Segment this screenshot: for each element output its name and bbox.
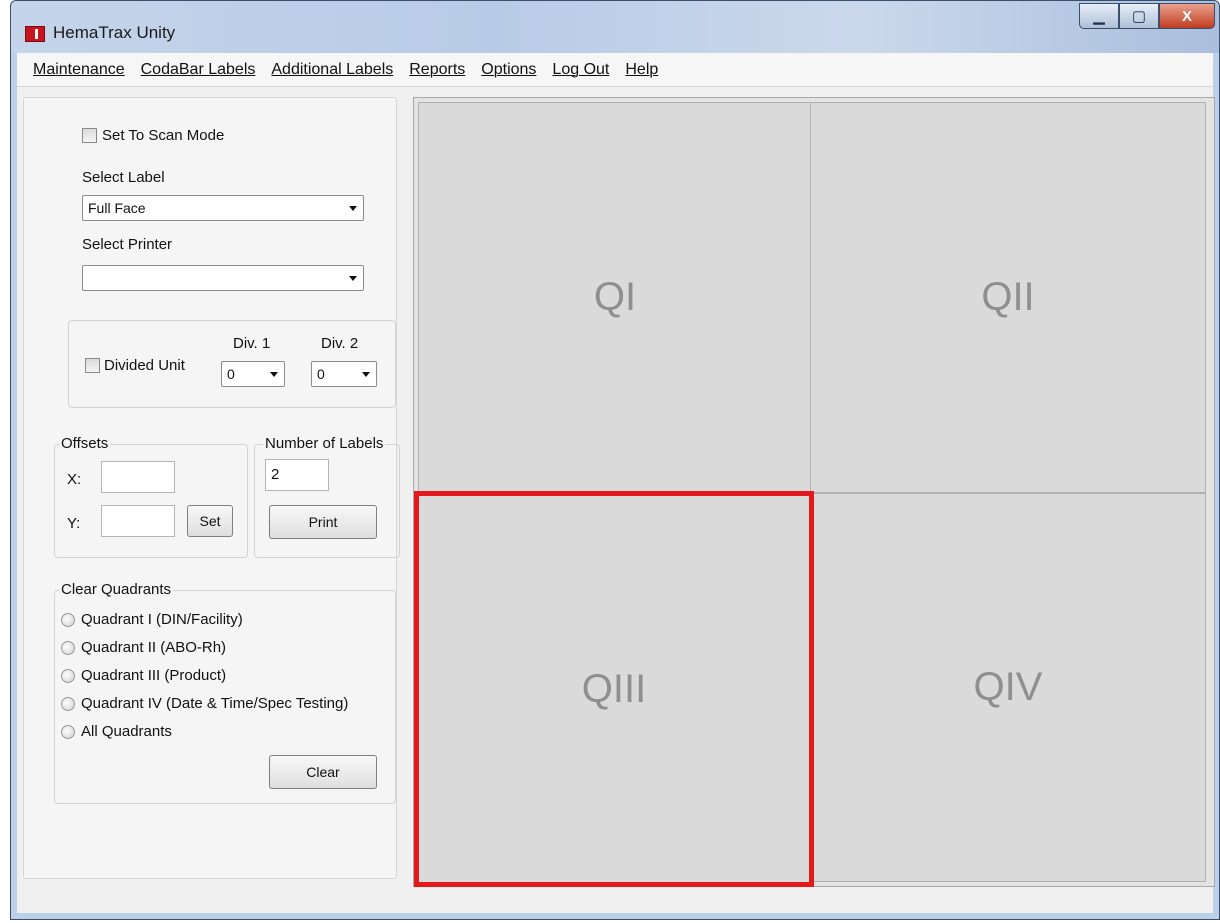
menu-codabar-labels[interactable]: CodaBar Labels bbox=[141, 61, 256, 79]
client-area: Maintenance CodaBar Labels Additional La… bbox=[17, 53, 1215, 913]
div1-value: 0 bbox=[227, 366, 235, 382]
chevron-down-icon bbox=[349, 276, 357, 281]
div2-dropdown[interactable]: 0 bbox=[311, 361, 377, 387]
div1-dropdown[interactable]: 0 bbox=[221, 361, 285, 387]
menu-reports[interactable]: Reports bbox=[409, 61, 465, 79]
window-title: HemaTrax Unity bbox=[53, 23, 176, 42]
radio-quadrant-4-label: Quadrant IV (Date & Time/Spec Testing) bbox=[81, 695, 349, 712]
control-panel: Set To Scan Mode Select Label Full Face … bbox=[23, 97, 400, 879]
select-label-value: Full Face bbox=[88, 200, 146, 216]
select-printer-dropdown[interactable] bbox=[82, 265, 364, 291]
select-printer-heading: Select Printer bbox=[82, 236, 173, 253]
chevron-down-icon bbox=[270, 372, 278, 377]
close-button[interactable]: X bbox=[1159, 3, 1215, 29]
div2-label: Div. 2 bbox=[321, 335, 359, 352]
divided-unit-label: Divided Unit bbox=[104, 357, 185, 374]
radio-quadrant-4[interactable] bbox=[61, 697, 75, 711]
app-logo-icon bbox=[25, 26, 45, 42]
quadrant-1[interactable]: QI bbox=[418, 102, 812, 493]
div1-label: Div. 1 bbox=[233, 335, 271, 352]
divided-unit-checkbox[interactable] bbox=[85, 358, 100, 373]
radio-all-quadrants-label: All Quadrants bbox=[81, 723, 172, 740]
offsets-group: Offsets X: Y: Set bbox=[54, 435, 248, 558]
radio-quadrant-3-label: Quadrant III (Product) bbox=[81, 667, 227, 684]
chevron-down-icon bbox=[362, 372, 370, 377]
menu-options[interactable]: Options bbox=[481, 61, 536, 79]
radio-all-quadrants[interactable] bbox=[61, 725, 75, 739]
quadrant-3[interactable]: QIII bbox=[414, 491, 814, 887]
maximize-button[interactable]: ▢ bbox=[1119, 3, 1159, 29]
radio-quadrant-3[interactable] bbox=[61, 669, 75, 683]
app-window: HemaTrax Unity ▁ ▢ X Maintenance CodaBar… bbox=[10, 0, 1220, 920]
x-label: X: bbox=[67, 471, 82, 488]
chevron-down-icon bbox=[349, 206, 357, 211]
set-button[interactable]: Set bbox=[187, 505, 233, 537]
menu-log-out[interactable]: Log Out bbox=[552, 61, 609, 79]
select-label-heading: Select Label bbox=[82, 169, 165, 186]
x-offset-input[interactable] bbox=[101, 461, 175, 493]
div2-value: 0 bbox=[317, 366, 325, 382]
label-preview-panel: QI QII QIII QIV bbox=[413, 97, 1215, 887]
clear-quadrants-title: Clear Quadrants bbox=[59, 581, 174, 598]
select-label-dropdown[interactable]: Full Face bbox=[82, 195, 364, 221]
y-offset-input[interactable] bbox=[101, 505, 175, 537]
menu-maintenance[interactable]: Maintenance bbox=[33, 61, 125, 79]
radio-quadrant-1-label: Quadrant I (DIN/Facility) bbox=[81, 611, 243, 628]
radio-quadrant-2[interactable] bbox=[61, 641, 75, 655]
menu-bar: Maintenance CodaBar Labels Additional La… bbox=[17, 53, 1213, 87]
minimize-button[interactable]: ▁ bbox=[1079, 3, 1119, 29]
title-bar[interactable]: HemaTrax Unity ▁ ▢ X bbox=[11, 1, 1219, 53]
scan-mode-checkbox[interactable] bbox=[82, 128, 97, 143]
print-button[interactable]: Print bbox=[269, 505, 377, 539]
number-of-labels-value: 2 bbox=[271, 466, 280, 483]
radio-quadrant-1[interactable] bbox=[61, 613, 75, 627]
window-controls: ▁ ▢ X bbox=[1079, 3, 1215, 29]
number-of-labels-title: Number of Labels bbox=[263, 435, 386, 452]
quadrant-4[interactable]: QIV bbox=[810, 493, 1206, 882]
scan-mode-label: Set To Scan Mode bbox=[102, 127, 225, 144]
menu-additional-labels[interactable]: Additional Labels bbox=[271, 61, 393, 79]
number-of-labels-group: Number of Labels 2 Print bbox=[254, 435, 400, 558]
quadrant-2[interactable]: QII bbox=[810, 102, 1206, 493]
number-of-labels-input[interactable]: 2 bbox=[265, 459, 329, 491]
clear-button[interactable]: Clear bbox=[269, 755, 377, 789]
radio-quadrant-2-label: Quadrant II (ABO-Rh) bbox=[81, 639, 227, 656]
menu-help[interactable]: Help bbox=[625, 61, 658, 79]
y-label: Y: bbox=[67, 515, 81, 532]
divided-unit-group: Divided Unit Div. 1 0 Div. 2 0 bbox=[68, 320, 396, 408]
offsets-title: Offsets bbox=[59, 435, 111, 452]
clear-quadrants-group: Clear Quadrants Quadrant I (DIN/Facility… bbox=[54, 581, 396, 804]
